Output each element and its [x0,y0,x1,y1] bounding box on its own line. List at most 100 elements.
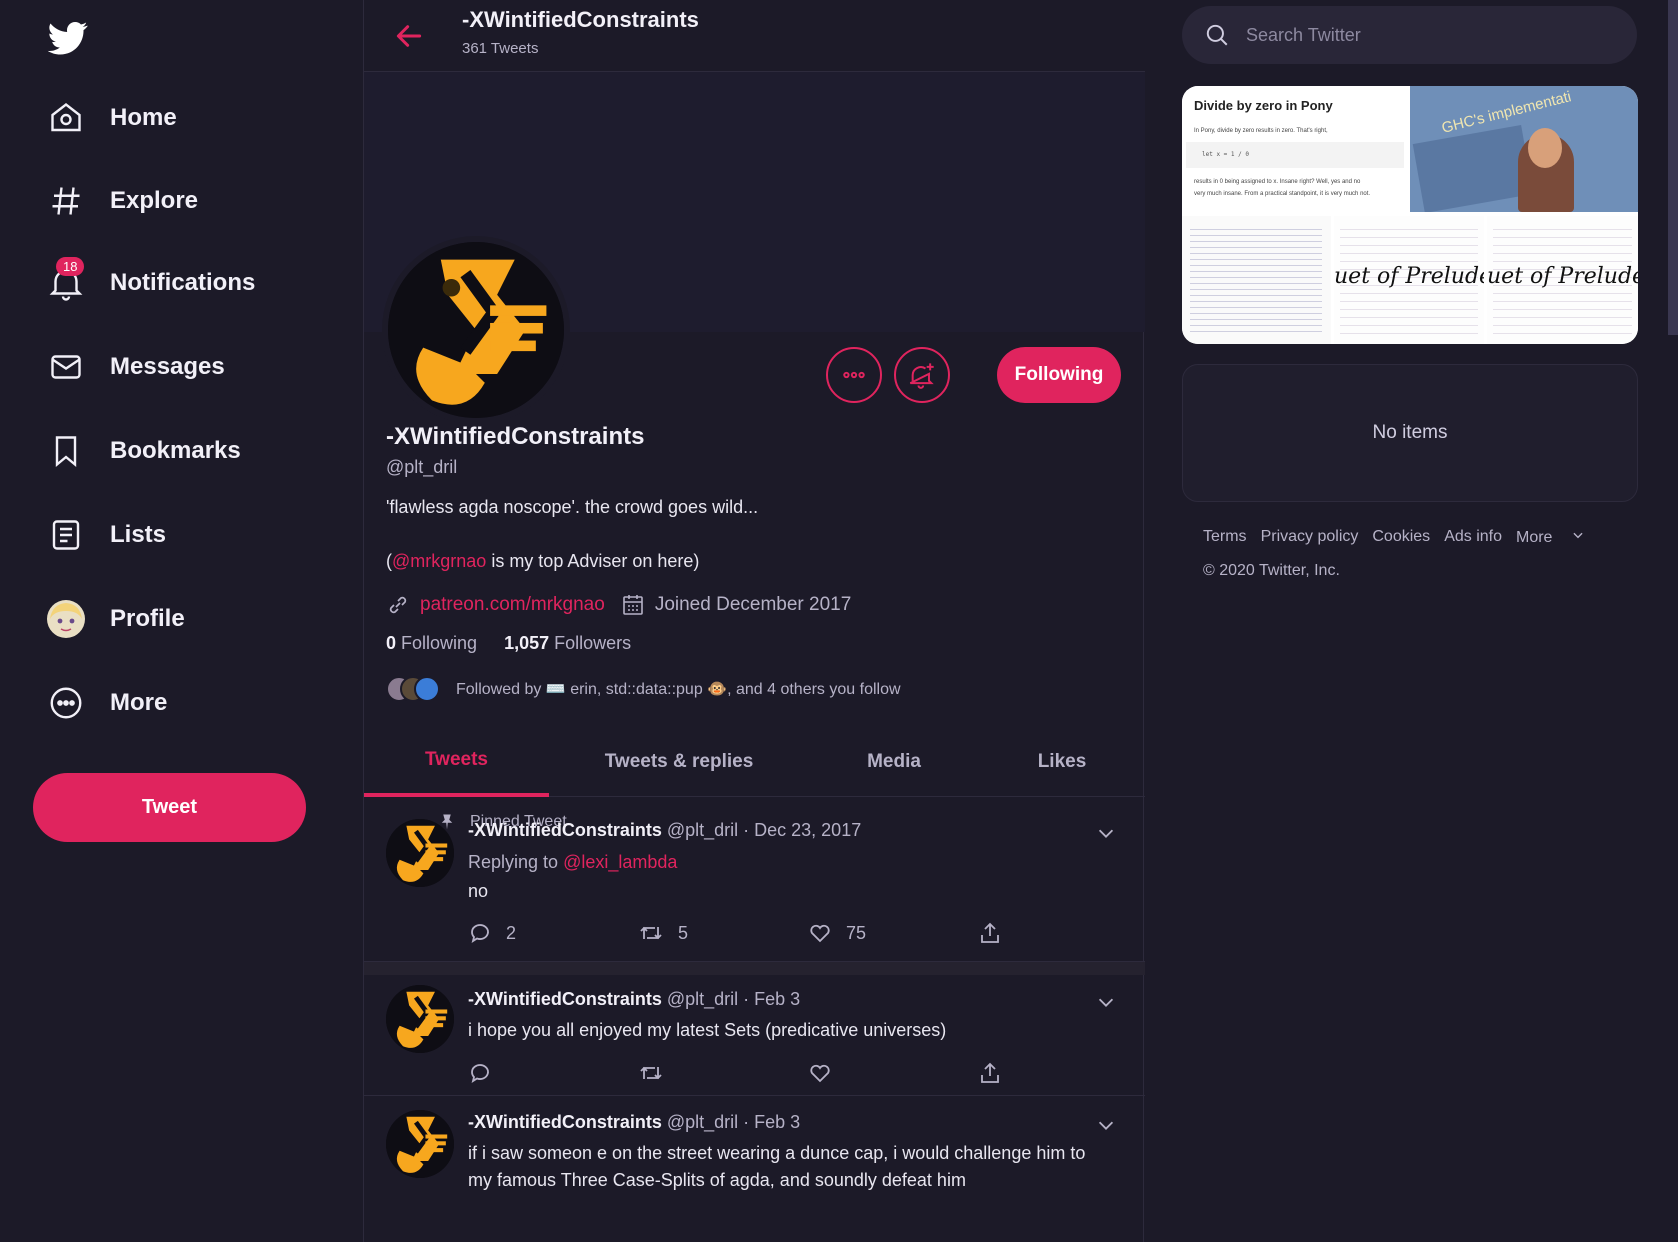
twitter-bird-icon[interactable] [46,18,90,58]
share-button[interactable] [978,918,1002,948]
tweet-author-name[interactable]: -XWintifiedConstraints [468,820,662,840]
following-label: Following [401,633,478,653]
reply-icon [471,1064,489,1083]
tweet-meta: @plt_dril · Dec 23, 2017 [661,820,862,840]
trends-panel: No items [1182,364,1638,502]
following-button[interactable]: Following [997,347,1121,403]
like-button[interactable] [808,1058,832,1088]
retweet-button[interactable]: 5 [638,918,688,948]
header-tweet-count: 361 Tweets [462,40,539,57]
reply-mention-link[interactable]: @lexi_lambda [563,852,677,872]
tweet-button[interactable]: Tweet [33,773,306,842]
sidebar-item-label: Bookmarks [110,437,241,464]
calendar-icon [623,595,643,615]
media-thumbnail[interactable] [1182,216,1331,344]
back-arrow-icon[interactable] [392,20,426,52]
like-button[interactable]: 75 [808,918,866,948]
search-icon [1206,24,1228,46]
profile-media-grid: Divide by zero in Pony In Pony, divide b… [1182,86,1638,344]
following-stat[interactable]: 0 Following [386,633,477,653]
scrollbar-thumb[interactable] [1668,0,1678,335]
tab-likes[interactable]: Likes [979,727,1145,797]
followed-by-row[interactable]: Followed by ⌨️ erin, std::data::pup 🐵, a… [386,676,901,702]
footer-link-ads-info[interactable]: Ads info [1444,528,1502,547]
more-options-button[interactable] [826,347,882,403]
tweet-author-name[interactable]: -XWintifiedConstraints [468,989,662,1009]
followers-label: Followers [554,633,632,653]
bell-plus-icon [909,363,934,389]
sidebar-item-label: More [110,689,168,716]
chevron-down-icon[interactable] [1095,822,1117,844]
media-thumbnail[interactable]: uet of Preludes [1487,216,1638,344]
tab-tweets-and-replies[interactable]: Tweets & replies [549,727,809,797]
notification-badge: 18 [56,257,85,276]
media-code: let x = 1 / 0 [1202,151,1249,158]
profile-header-bar: -XWintifiedConstraints 361 Tweets [364,0,1145,72]
chevron-down-icon[interactable] [1095,1114,1117,1136]
avatar[interactable] [386,985,454,1053]
retweet-button[interactable] [638,1058,664,1088]
tweet-meta: @plt_dril · Feb 3 [661,989,801,1009]
sidebar-item-home[interactable]: Home [44,88,177,148]
header-title: -XWintifiedConstraints [462,7,699,32]
sidebar-item-lists[interactable]: Lists [44,505,166,565]
sidebar-item-more[interactable]: More [44,673,167,733]
sidebar-item-profile[interactable]: Profile [44,589,185,649]
media-thumbnail[interactable]: GHC's implementati [1410,86,1638,212]
footer-link-terms[interactable]: Terms [1203,528,1247,547]
tweet[interactable]: -XWintifiedConstraints @plt_dril · Feb 3… [364,1096,1145,1242]
profile-avatar[interactable] [382,236,570,424]
tab-media[interactable]: Media [809,727,979,797]
hashtag-icon [44,179,88,223]
reply-button[interactable] [468,1058,492,1088]
profile-name: -XWintifiedConstraints [386,423,645,450]
search-input[interactable] [1246,24,1606,46]
tweet-author-name[interactable]: -XWintifiedConstraints [468,1112,662,1132]
tweet-text: no [468,881,489,901]
twitter-app: Home Explore 18 Notifications Messages B… [0,0,1678,1242]
chevron-down-icon[interactable] [1095,991,1117,1013]
footer-link-cookies[interactable]: Cookies [1372,528,1430,547]
envelope-icon [44,345,88,389]
sidebar-item-label: Profile [110,605,185,632]
media-text: uet of Preludes [1487,264,1638,289]
media-speaker-head [1528,128,1562,168]
reply-prefix: Replying to [468,852,564,872]
heart-icon [810,1064,830,1083]
media-document-lines [1190,224,1322,336]
tab-tweets[interactable]: Tweets [364,727,549,797]
footer-link-privacy[interactable]: Privacy policy [1261,528,1359,547]
sidebar-item-explore[interactable]: Explore [44,171,198,231]
media-thumbnail[interactable]: uet of Preludes [1334,216,1484,344]
tweet-header: -XWintifiedConstraints @plt_dril · Feb 3 [468,1112,800,1133]
followers-stat[interactable]: 1,057 Followers [504,633,631,653]
tweet[interactable]: -XWintifiedConstraints @plt_dril · Dec 2… [364,797,1145,962]
reply-button[interactable]: 2 [468,918,516,948]
search-box[interactable] [1182,6,1637,64]
tweet-header: -XWintifiedConstraints @plt_dril · Dec 2… [468,820,861,841]
media-text: results in 0 being assigned to x. Insane… [1194,179,1361,185]
media-thumbnail[interactable]: Divide by zero in Pony In Pony, divide b… [1182,86,1406,212]
bio-mention-link[interactable]: @mrkgrnao [392,551,486,571]
copyright: © 2020 Twitter, Inc. [1203,562,1340,579]
profile-stats: 0 Following 1,057 Followers [386,633,631,654]
home-icon [44,96,88,140]
media-text: very much insane. From a practical stand… [1194,191,1371,197]
footer-link-more[interactable]: More [1516,528,1585,547]
reply-count: 2 [506,922,517,943]
notify-bell-button[interactable] [894,347,950,403]
sidebar-item-bookmarks[interactable]: Bookmarks [44,421,241,481]
sidebar-item-messages[interactable]: Messages [44,337,225,397]
profile-website-link[interactable]: patreon.com/mrkgnao [420,594,605,616]
tweet[interactable]: -XWintifiedConstraints @plt_dril · Feb 3… [364,975,1145,1096]
sidebar-item-notifications[interactable]: 18 Notifications [44,253,255,313]
avatar [44,597,88,641]
following-count: 0 [386,633,397,653]
media-slide-code [1412,124,1534,212]
footer-links: Terms Privacy policy Cookies Ads info Mo… [1203,528,1599,547]
profile-bio-line: (@mrkgrnao is my top Adviser on here) [386,551,699,572]
avatar[interactable] [386,819,454,887]
avatar[interactable] [386,1110,454,1178]
avatar [414,676,440,702]
share-button[interactable] [978,1058,1002,1088]
